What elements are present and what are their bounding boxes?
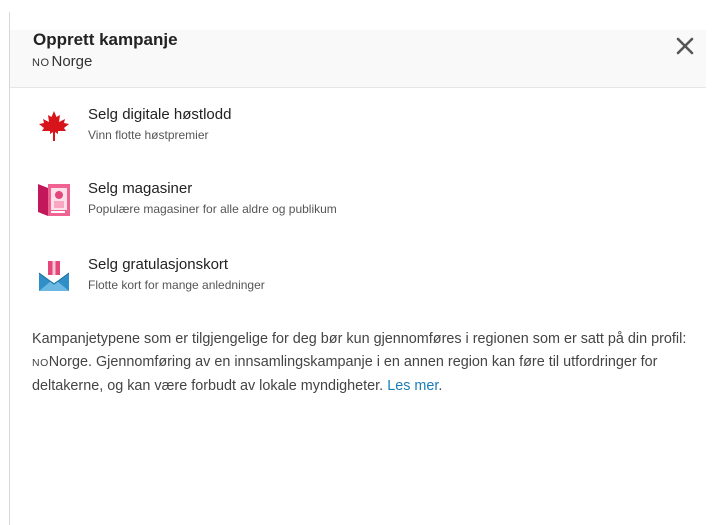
region-code: NO [32,57,50,69]
option-label: Selg magasiner [88,180,193,197]
info-link-end: . [438,378,443,394]
region-name: Norge [51,53,93,70]
option-label: Selg gratulasjonskort [88,256,229,273]
info-region-code: NO [32,357,49,369]
option-digital-lottery[interactable]: Selg digitale høstlodd Vinn flotte høstp… [36,106,636,154]
maple-leaf-icon [36,108,72,144]
dialog-header: Opprett kampanje NO Norge [10,30,706,88]
option-description: Vinn flotte høstpremier [88,128,209,142]
close-button[interactable] [674,35,696,57]
info-region-name: Norge [48,354,88,370]
read-more-link[interactable]: Les mer [387,378,438,394]
info-text-before: Kampanjetypene som er tilgjengelige for … [32,331,687,347]
dialog-title: Opprett kampanje [33,30,178,49]
option-description: Populære magasiner for alle aldre og pub… [88,202,337,216]
greeting-card-icon [36,258,72,294]
magazine-icon [36,180,72,216]
region-indicator: NO Norge [32,53,92,72]
option-magazines[interactable]: Selg magasiner Populære magasiner for al… [36,180,636,228]
region-info-text: Kampanjetypene som er tilgjengelige for … [32,328,702,398]
create-campaign-dialog: Opprett kampanje NO Norge Selg digitale h… [10,0,716,525]
info-text-after: . Gjennomføring av en innsamlingskampanj… [32,354,658,394]
option-description: Flotte kort for mange anledninger [88,278,265,292]
close-icon [676,37,694,55]
option-label: Selg digitale høstlodd [88,106,232,123]
option-greeting-cards[interactable]: Selg gratulasjonskort Flotte kort for ma… [36,256,636,304]
